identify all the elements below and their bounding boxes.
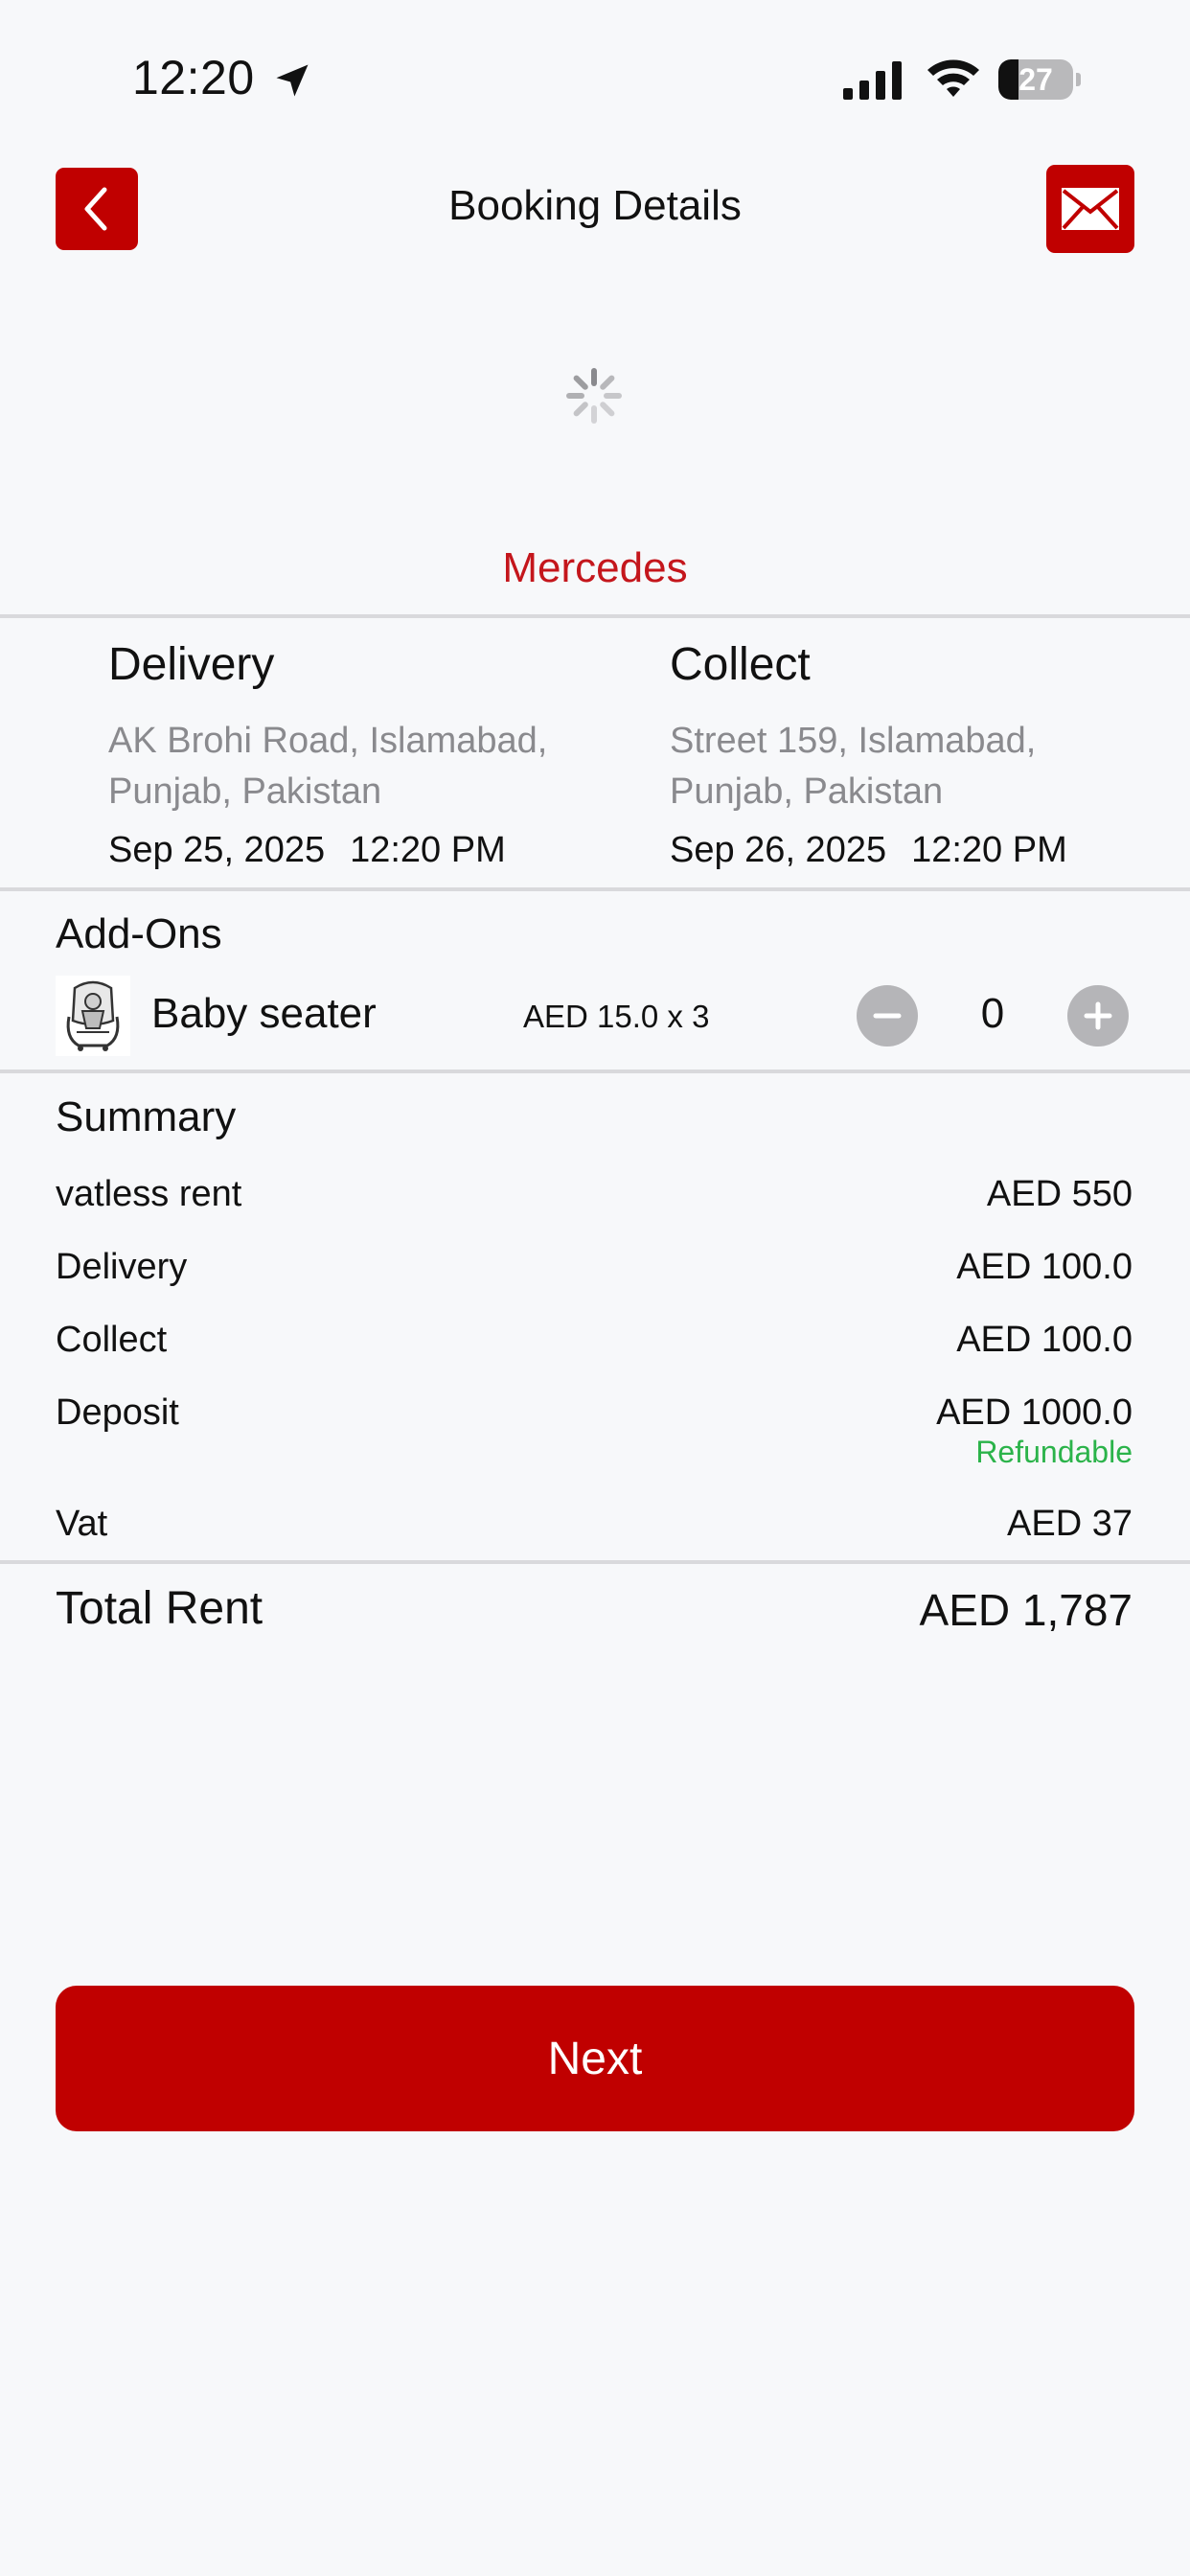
- addon-name: Baby seater: [151, 990, 377, 1037]
- delivery-address: AK Brohi Road, Islamabad, Punjab, Pakist…: [108, 721, 548, 812]
- summary-row-label: vatless rent: [56, 1174, 242, 1214]
- wifi-icon: [927, 59, 979, 97]
- addons-title: Add-Ons: [56, 910, 222, 957]
- collect-time: 12:20 PM: [911, 830, 1067, 870]
- decrease-quantity-button[interactable]: [857, 985, 918, 1046]
- minus-icon: [873, 1013, 902, 1019]
- collect-date: Sep 26, 2025: [670, 830, 887, 870]
- total-rent-value: AED 1,787: [919, 1585, 1133, 1635]
- summary-row-label: Collect: [56, 1320, 168, 1360]
- divider: [0, 887, 1190, 891]
- baby-seat-image: [56, 976, 130, 1056]
- delivery-time: 12:20 PM: [350, 830, 506, 870]
- summary-row-value: AED 37: [1007, 1504, 1133, 1544]
- summary-row-label: Delivery: [56, 1247, 188, 1287]
- addon-price: AED 15.0 x 3: [523, 999, 710, 1034]
- page-title: Booking Details: [448, 182, 742, 229]
- battery-level-text: 27: [1018, 62, 1053, 97]
- collect-title: Collect: [670, 639, 811, 690]
- summary-row-value: AED 100.0: [956, 1320, 1133, 1360]
- delivery-date: Sep 25, 2025: [108, 830, 326, 870]
- car-name: Mercedes: [502, 544, 688, 591]
- divider: [0, 1070, 1190, 1073]
- baby-seat-icon: [66, 980, 120, 1051]
- plus-icon: [1084, 1001, 1112, 1030]
- collect-datetime: Sep 26, 2025 12:20 PM: [670, 830, 1067, 871]
- next-button[interactable]: Next: [56, 1986, 1134, 2131]
- battery-indicator: 27: [998, 59, 1083, 100]
- divider: [0, 614, 1190, 618]
- envelope-icon: [1062, 188, 1119, 230]
- increase-quantity-button[interactable]: [1067, 985, 1129, 1046]
- summary-row-value: AED 550: [986, 1174, 1133, 1214]
- summary-row-label: Deposit: [56, 1392, 179, 1433]
- summary-row-value: AED 100.0: [956, 1247, 1133, 1287]
- summary-row-value: AED 1000.0: [936, 1392, 1133, 1433]
- delivery-datetime: Sep 25, 2025 12:20 PM: [108, 830, 506, 871]
- cellular-signal-icon: [843, 61, 902, 100]
- email-button[interactable]: [1046, 165, 1134, 253]
- delivery-title: Delivery: [108, 639, 275, 690]
- summary-row-label: Vat: [56, 1504, 108, 1544]
- divider: [0, 1560, 1190, 1564]
- summary-title: Summary: [56, 1093, 237, 1140]
- collect-address: Street 159, Islamabad, Punjab, Pakistan: [670, 721, 1037, 812]
- status-time: 12:20: [132, 51, 255, 104]
- location-arrow-icon: [276, 64, 309, 97]
- loading-spinner-icon: [566, 368, 622, 424]
- total-rent-label: Total Rent: [56, 1583, 263, 1634]
- addon-quantity: 0: [980, 990, 1005, 1037]
- refundable-note: Refundable: [975, 1435, 1133, 1469]
